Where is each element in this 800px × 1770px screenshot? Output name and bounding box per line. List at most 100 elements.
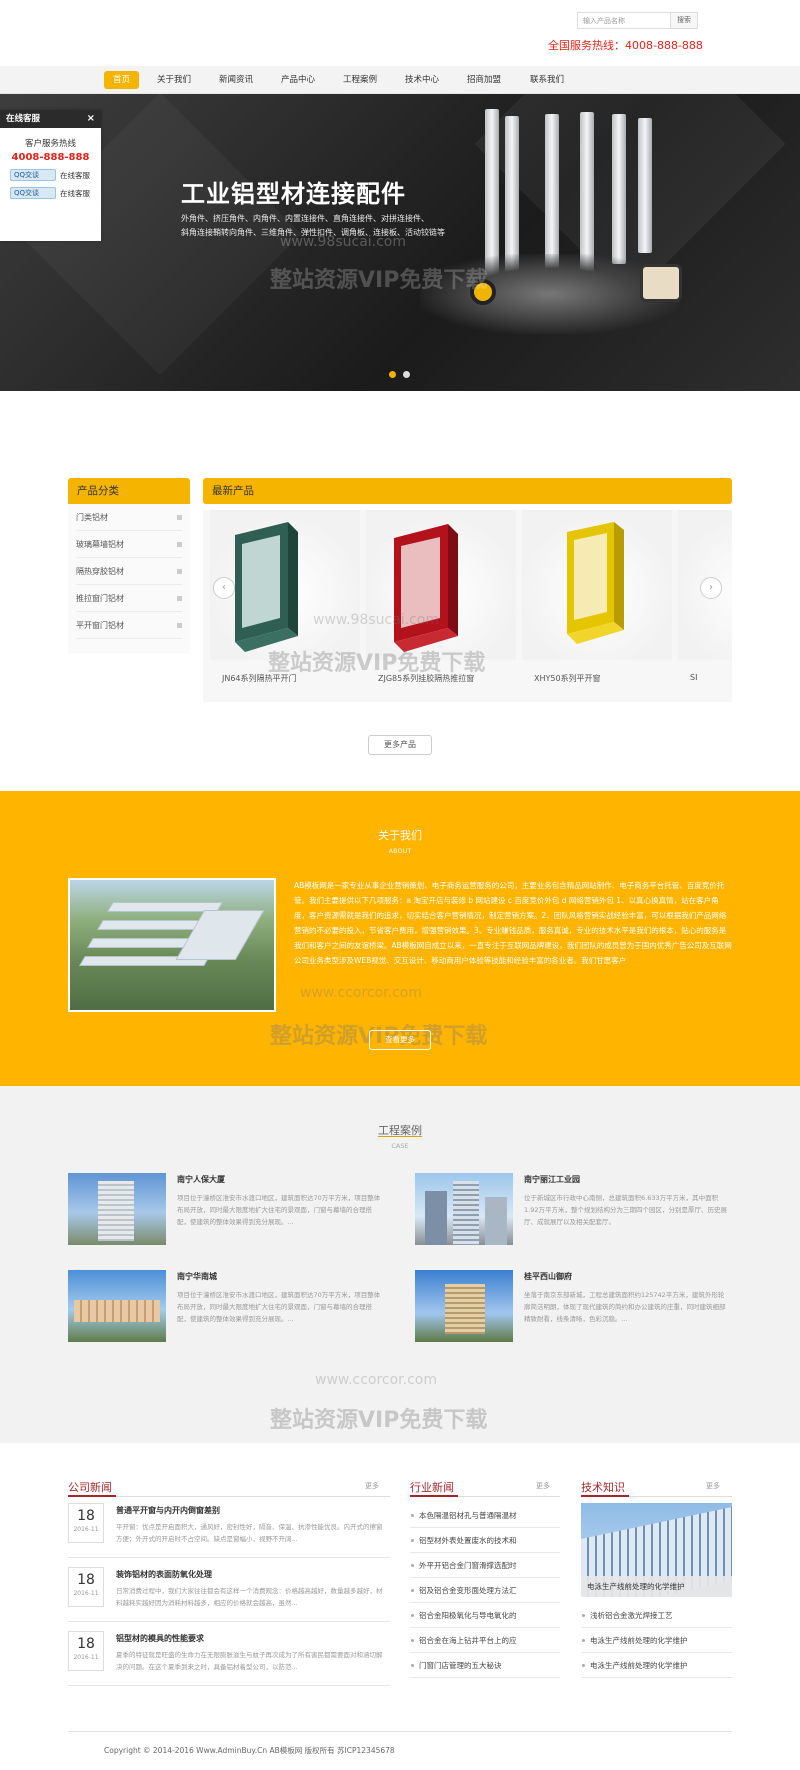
cases-section (0, 1086, 800, 1443)
qq-chat-button[interactable]: QQ交谈 (10, 169, 56, 181)
panel-title: 在线客服 (6, 114, 41, 124)
nav-cases[interactable]: 工程案例 (334, 71, 386, 89)
category-item[interactable]: 平开窗门铝材 (76, 612, 182, 639)
case-image[interactable] (68, 1173, 166, 1245)
section-divider-active (410, 1495, 458, 1497)
qq-chat-button[interactable]: QQ交谈 (10, 187, 56, 199)
industry-news-item[interactable]: 铝型材外表处置废水的技术和 (410, 1528, 560, 1553)
product-image (522, 510, 672, 660)
about-title: 关于我们 (378, 829, 422, 842)
industry-news-item[interactable]: 铝合金在海上钻井平台上的应 (410, 1628, 560, 1653)
slide-dot[interactable] (403, 371, 410, 378)
hotline-text: 全国服务热线：4008-888-888 (548, 39, 703, 52)
nav-about[interactable]: 关于我们 (148, 71, 200, 89)
category-list: 门类铝材 玻璃幕墙铝材 隔热穿胶铝材 推拉窗门铝材 平开窗门铝材 (68, 504, 190, 654)
news-title[interactable]: 装饰铝材的表面防氧化处理 (116, 1569, 212, 1580)
nav-contact[interactable]: 联系我们 (521, 71, 573, 89)
tech-more[interactable]: 更多 (706, 1481, 720, 1491)
industry-news-item[interactable]: 铝及铝合金变形面处理方法汇 (410, 1578, 560, 1603)
more-products-button[interactable]: 更多产品 (368, 735, 432, 755)
nav-tech[interactable]: 技术中心 (396, 71, 448, 89)
nav-home[interactable]: 首页 (104, 71, 140, 89)
news-desc: 平开窗：优点是开启面积大，通风好，密封性好，隔音、保温、抗渗性能优良。内开式的擦… (116, 1523, 383, 1543)
news-title[interactable]: 普通平开窗与内开内倒窗差别 (116, 1505, 220, 1516)
carousel-next-button[interactable]: › (700, 577, 722, 599)
case-image[interactable] (415, 1173, 513, 1245)
date-ym: 2016-11 (73, 1590, 99, 1597)
watermark-text: 整站资源VIP免费下载 (268, 651, 486, 676)
news-title[interactable]: 铝型材的模具的性能要求 (116, 1633, 204, 1644)
about-text: AB模板网是一家专业从事企业营销策划、电子商务运营服务的公司，主要业务包含精品网… (294, 881, 732, 965)
nav-products[interactable]: 产品中心 (272, 71, 324, 89)
tech-item[interactable]: 电泳生产线前处理的化学维护 (581, 1628, 732, 1653)
date-box: 18 2016-11 (68, 1503, 104, 1543)
product-card[interactable]: XHY50系列平开窗 (522, 510, 672, 692)
qq-row: QQ交谈 在线客服 (10, 169, 101, 181)
news-desc: 夏季的特征就是旺盛的生命力在无限膨胀滋生与蚊子再次成为了所有害民都需要面对和涵切… (116, 1651, 383, 1671)
date-ym: 2016-11 (73, 1526, 99, 1533)
category-label: 平开窗门铝材 (76, 621, 124, 630)
case-name[interactable]: 桂平西山御府 (524, 1271, 572, 1282)
news-desc: 日常消费过程中，我们大家往往都会有这样一个消费观念：价格越高越好，数量越多越好，… (116, 1587, 383, 1607)
industry-news-item[interactable]: 铝合金阳极氧化与导电氧化的 (410, 1603, 560, 1628)
search-button[interactable]: 搜索 (671, 12, 698, 29)
about-subtitle: ABOUT (388, 847, 412, 855)
tech-item[interactable]: 浅析铝合金激光焊接工艺 (581, 1603, 732, 1628)
industry-news-item[interactable]: 门窗门店管理的五大秘诀 (410, 1653, 560, 1678)
date-day: 18 (77, 1508, 95, 1524)
nav-join[interactable]: 招商加盟 (458, 71, 510, 89)
qq-label: 在线客服 (60, 170, 90, 180)
close-icon[interactable]: × (87, 110, 95, 128)
industry-news-item[interactable]: 外平开铝合金门窗滑撑选配时 (410, 1553, 560, 1578)
date-day: 18 (77, 1636, 95, 1652)
footer-copyright: Copyright © 2014-2016 Www.AdminBuy.Cn AB… (104, 1746, 395, 1755)
category-item[interactable]: 玻璃幕墙铝材 (76, 531, 182, 558)
category-item[interactable]: 隔热穿胶铝材 (76, 558, 182, 585)
date-day: 18 (77, 1572, 95, 1588)
watermark-text: 整站资源VIP免费下载 (270, 1408, 488, 1433)
watermark-url: www.ccorcor.com (315, 1372, 438, 1388)
tech-item[interactable]: 电泳生产线前处理的化学维护 (581, 1653, 732, 1678)
news-separator (68, 1685, 390, 1686)
search-bar: 输入产品名称 搜索 (577, 12, 698, 29)
hero-banner[interactable]: 工业铝型材连接配件 外角件、挤压角件、内角件、内置连接件、直角连接件、对拼连接件… (0, 94, 800, 391)
banner-title: 工业铝型材连接配件 (181, 180, 406, 208)
category-item[interactable]: 推拉窗门铝材 (76, 585, 182, 612)
product-caption: XHY50系列平开窗 (534, 674, 601, 683)
factory-building (175, 910, 265, 960)
case-image[interactable] (68, 1270, 166, 1342)
industry-news-more[interactable]: 更多 (536, 1481, 550, 1491)
case-desc: 项目位于潼桥区淮安市水渡口地区，建筑面积达70万平方米，项目整体布局开放，同时最… (177, 1194, 381, 1226)
category-item[interactable]: 门类铝材 (76, 504, 182, 531)
category-label: 玻璃幕墙铝材 (76, 540, 124, 549)
case-image[interactable] (415, 1270, 513, 1342)
nav-news[interactable]: 新闻资讯 (210, 71, 262, 89)
company-news-more[interactable]: 更多 (365, 1481, 379, 1491)
case-name[interactable]: 南宁华南城 (177, 1271, 217, 1282)
factory-image (68, 878, 276, 1012)
search-input[interactable]: 输入产品名称 (577, 12, 671, 29)
qq-label: 在线客服 (60, 188, 90, 198)
industry-news-item[interactable]: 本色隔温铝材孔与普通隔温材 (410, 1503, 560, 1528)
company-news-title: 公司新闻 (68, 1481, 112, 1494)
about-more-button[interactable]: 查看更多 (369, 1030, 431, 1050)
aluminum-profile-image (612, 114, 626, 264)
product-image (366, 510, 516, 660)
case-name[interactable]: 南宁丽江工业园 (524, 1174, 580, 1185)
tech-feature-caption[interactable]: 电泳生产线前处理的化学维护 (581, 1576, 732, 1597)
date-box: 18 2016-11 (68, 1567, 104, 1607)
square-icon (177, 515, 182, 520)
tech-title: 技术知识 (581, 1481, 625, 1494)
building-image (98, 1181, 134, 1241)
qq-row: QQ交谈 在线客服 (10, 187, 101, 199)
building-image (453, 1181, 479, 1245)
watermark-text: 整站资源VIP免费下载 (270, 268, 488, 293)
aluminum-profile-image (580, 112, 594, 272)
date-box: 18 2016-11 (68, 1631, 104, 1671)
case-name[interactable]: 南宁人保大厦 (177, 1174, 225, 1185)
product-card[interactable]: SI (678, 510, 732, 692)
slide-dot-active[interactable] (389, 371, 396, 378)
category-label: 隔热穿胶铝材 (76, 567, 124, 576)
carousel-prev-button[interactable]: ‹ (213, 577, 235, 599)
online-service-panel: 在线客服 × 客户服务热线 4008-888-888 QQ交谈 在线客服 QQ交… (0, 110, 101, 241)
